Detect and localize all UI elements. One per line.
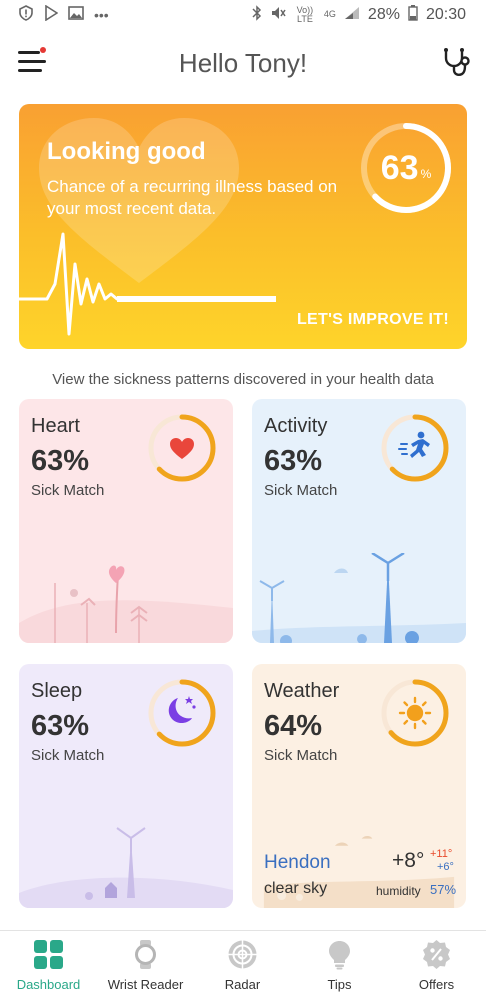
weather-condition: clear sky	[264, 880, 328, 897]
card-progress-ring	[148, 414, 216, 482]
section-caption: View the sickness patterns discovered in…	[52, 371, 434, 388]
humidity-value: 57%	[430, 882, 457, 897]
dashboard-icon	[34, 940, 63, 969]
tab-label: Dashboard	[16, 977, 81, 992]
hero-percent-symbol: %	[420, 167, 432, 181]
tab-tips[interactable]: Tips	[291, 931, 388, 1000]
clock: 20:30	[425, 5, 466, 23]
card-progress-ring	[381, 679, 449, 747]
card-title: Activity	[264, 415, 328, 437]
card-percentage: 63%	[264, 445, 323, 477]
network-type: 4G	[323, 9, 336, 19]
card-percentage: 63%	[31, 710, 90, 742]
heart-icon	[170, 438, 194, 459]
hero-title: Looking good	[47, 138, 206, 165]
sun-icon	[398, 696, 432, 730]
hero-percent-value: 63	[380, 148, 419, 187]
heartbeat-line-icon	[19, 232, 276, 336]
card-title: Sleep	[31, 680, 83, 702]
card-subtitle: Sick Match	[264, 482, 338, 499]
tab-offers[interactable]: Offers	[388, 931, 485, 1000]
tab-wrist-reader[interactable]: Wrist Reader	[97, 931, 194, 1000]
card-progress-ring	[381, 414, 449, 482]
tab-label: Offers	[418, 977, 455, 992]
battery-percent: 28%	[367, 5, 400, 23]
tab-label: Wrist Reader	[107, 977, 184, 992]
tab-dashboard[interactable]: Dashboard	[0, 931, 97, 1000]
percent-badge-icon	[423, 940, 450, 969]
stethoscope-button[interactable]	[440, 46, 472, 78]
weather-temperature: +8°	[392, 849, 425, 872]
status-bar: ••• Vo)) LTE 4G 28% 20:30	[0, 0, 486, 30]
hero-description: Chance of a recurring illness based on y…	[47, 177, 338, 218]
bottom-tab-bar: Dashboard Wrist Reader Radar Tips Offers	[0, 930, 486, 1000]
bluetooth-icon	[252, 5, 262, 24]
activity-card[interactable]: Activity 63% Sick Match	[252, 399, 466, 643]
card-percentage: 64%	[264, 710, 323, 742]
mute-icon	[270, 5, 286, 24]
card-progress-ring	[148, 679, 216, 747]
moon-icon	[168, 696, 196, 724]
humidity-label: humidity	[376, 884, 421, 898]
tab-label: Tips	[327, 977, 352, 992]
flowers-illustration	[19, 565, 233, 643]
running-icon	[398, 431, 430, 458]
watch-icon	[135, 940, 156, 969]
card-title: Heart	[31, 415, 80, 437]
lightbulb-icon	[329, 941, 350, 970]
weather-temp-high: +11°	[430, 848, 453, 860]
radar-icon	[228, 940, 257, 969]
card-title: Weather	[264, 680, 340, 702]
wind-turbines-illustration	[252, 553, 466, 643]
alert-shield-icon	[18, 5, 34, 24]
card-percentage: 63%	[31, 445, 90, 477]
sleep-card[interactable]: Sleep 63% Sick Match	[19, 664, 233, 908]
card-subtitle: Sick Match	[264, 747, 338, 764]
heart-card[interactable]: Heart 63% Sick Match	[19, 399, 233, 643]
health-summary-card[interactable]: Looking good Chance of a recurring illne…	[19, 104, 467, 349]
night-village-illustration	[19, 827, 233, 908]
battery-icon	[408, 5, 418, 24]
weather-city: Hendon	[264, 852, 331, 873]
signal-icon	[344, 6, 360, 23]
gallery-icon	[68, 6, 84, 23]
card-subtitle: Sick Match	[31, 747, 105, 764]
tab-label: Radar	[224, 977, 261, 992]
hero-percentage: 63 %	[358, 120, 454, 216]
more-notifications-icon: •••	[94, 6, 109, 23]
app-header: Hello Tony!	[0, 38, 486, 88]
stethoscope-icon	[444, 48, 470, 76]
weather-card[interactable]: Weather 64% Sick Match Hendon clear sky …	[252, 664, 466, 908]
page-title: Hello Tony!	[178, 48, 308, 78]
play-store-icon	[44, 4, 59, 24]
volte-indicator: Vo)) LTE	[296, 4, 314, 24]
tab-radar[interactable]: Radar	[194, 931, 291, 1000]
card-subtitle: Sick Match	[31, 482, 105, 499]
weather-temp-low: +6°	[437, 861, 454, 873]
improve-button[interactable]: LET'S IMPROVE IT!	[297, 311, 449, 329]
